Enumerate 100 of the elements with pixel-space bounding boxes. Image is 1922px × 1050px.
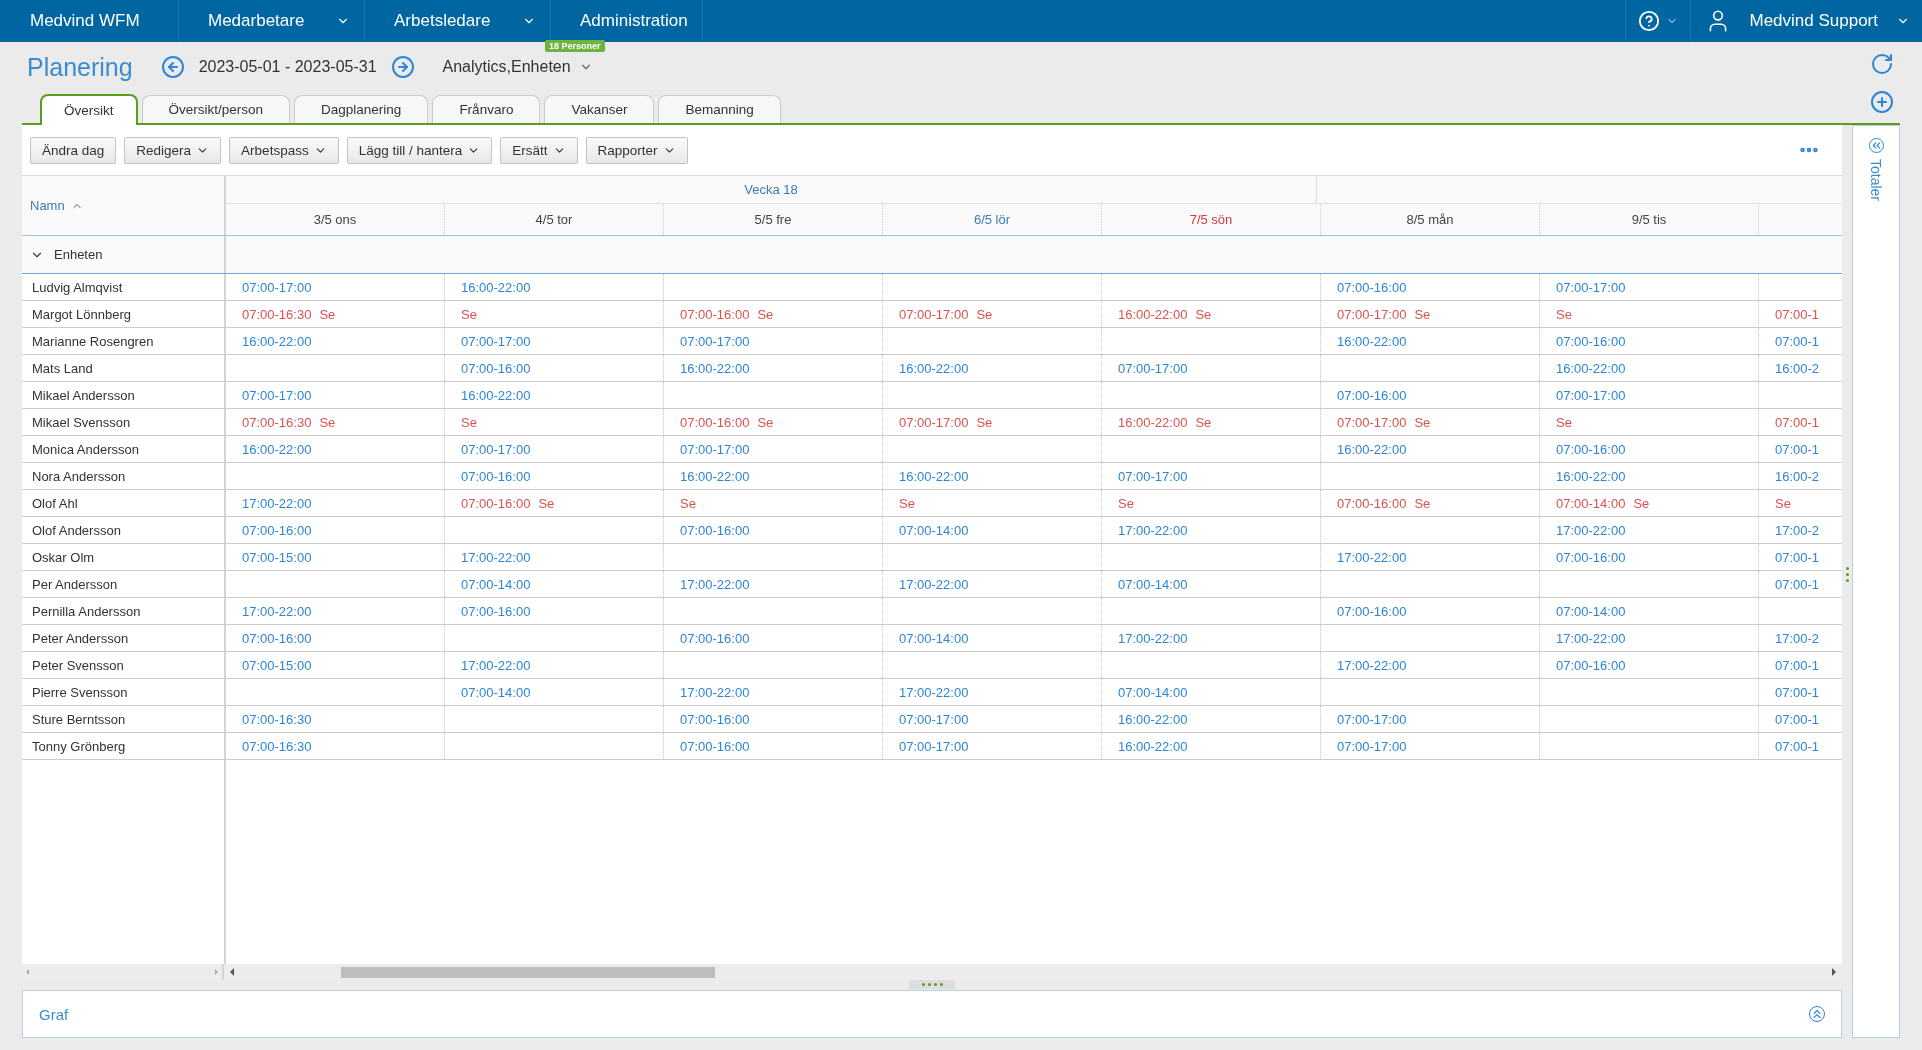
shift-cell[interactable]: 16:00-22:00 xyxy=(883,463,1102,489)
shift-cell[interactable]: 07:00-1 xyxy=(1759,679,1842,705)
shift-cell[interactable]: 17:00-22:00 xyxy=(883,571,1102,597)
shift-cell[interactable]: 16:00-22:00 Se xyxy=(1102,301,1321,327)
tab[interactable]: Översikt/person xyxy=(141,95,291,123)
app-brand[interactable]: Medvind WFM xyxy=(0,0,179,42)
shift-cell[interactable]: 07:00-1 xyxy=(1759,652,1842,678)
shift-cell[interactable]: 07:00-16:00 xyxy=(226,625,445,651)
shift-cell[interactable]: 07:00-1 xyxy=(1759,409,1842,435)
shift-cell[interactable]: 07:00-14:00 xyxy=(445,571,664,597)
shift-cell[interactable]: 07:00-15:00 xyxy=(226,544,445,570)
shift-cell[interactable]: Se xyxy=(1759,490,1842,516)
shift-cell[interactable]: 07:00-17:00 xyxy=(445,436,664,462)
shift-cell[interactable]: 16:00-22:00 xyxy=(1540,463,1759,489)
shift-cell[interactable]: 07:00-16:00 xyxy=(664,625,883,651)
shift-cell[interactable]: 17:00-22:00 xyxy=(1321,544,1540,570)
toolbar-button[interactable]: Rapporter xyxy=(585,136,688,164)
shift-cell[interactable]: 07:00-1 xyxy=(1759,571,1842,597)
shift-cell[interactable]: 07:00-17:00 Se xyxy=(883,409,1102,435)
tab[interactable]: Vakanser xyxy=(544,95,655,123)
shift-cell[interactable]: Se xyxy=(664,490,883,516)
shift-cell[interactable]: 07:00-16:00 xyxy=(1321,274,1540,300)
shift-cell[interactable]: 17:00-22:00 xyxy=(226,490,445,516)
shift-cell[interactable]: 07:00-17:00 xyxy=(226,274,445,300)
shift-cell[interactable]: 07:00-16:30 xyxy=(226,733,445,759)
shift-cell[interactable]: Se xyxy=(883,490,1102,516)
shift-cell[interactable]: 07:00-17:00 xyxy=(1102,463,1321,489)
shift-cell[interactable]: 17:00-22:00 xyxy=(664,571,883,597)
toolbar-button[interactable]: Ändra dag xyxy=(30,136,117,164)
shift-cell[interactable]: 16:00-2 xyxy=(1759,463,1842,489)
shift-cell[interactable]: 16:00-22:00 xyxy=(445,382,664,408)
tab[interactable]: Frånvaro xyxy=(432,95,541,123)
shift-cell[interactable]: 07:00-1 xyxy=(1759,301,1842,327)
shift-cell[interactable]: 07:00-16:00 xyxy=(226,517,445,543)
shift-cell[interactable]: 07:00-17:00 xyxy=(664,328,883,354)
shift-cell[interactable]: 16:00-22:00 xyxy=(1321,328,1540,354)
shift-cell[interactable]: 07:00-17:00 xyxy=(1102,355,1321,381)
shift-cell[interactable]: 07:00-16:00 xyxy=(1540,436,1759,462)
shift-cell[interactable]: 07:00-16:00 xyxy=(664,517,883,543)
shift-cell[interactable]: 07:00-16:00 xyxy=(1540,328,1759,354)
shift-cell[interactable]: 17:00-22:00 xyxy=(226,598,445,624)
toolbar-button[interactable]: Lägg till / hantera xyxy=(346,136,493,164)
shift-cell[interactable]: 07:00-16:00 xyxy=(1321,598,1540,624)
shift-cell[interactable]: 07:00-16:00 xyxy=(445,355,664,381)
shift-cell[interactable]: 07:00-17:00 xyxy=(883,733,1102,759)
toolbar-button[interactable]: Arbetspass xyxy=(229,136,339,164)
shift-cell[interactable]: 17:00-22:00 xyxy=(445,652,664,678)
refresh-button[interactable] xyxy=(1870,52,1894,76)
shift-cell[interactable]: 07:00-16:00 Se xyxy=(664,409,883,435)
shift-cell[interactable]: 16:00-22:00 xyxy=(1102,706,1321,732)
shift-cell[interactable]: 17:00-2 xyxy=(1759,517,1842,543)
previous-period-button[interactable] xyxy=(160,55,185,79)
shift-cell[interactable]: 07:00-17:00 xyxy=(1540,382,1759,408)
shift-cell[interactable]: 07:00-17:00 xyxy=(226,382,445,408)
shift-cell[interactable]: 16:00-22:00 Se xyxy=(1102,409,1321,435)
shift-cell[interactable]: 17:00-22:00 xyxy=(1321,652,1540,678)
shift-cell[interactable]: 07:00-17:00 Se xyxy=(1321,409,1540,435)
shift-cell[interactable]: 07:00-14:00 xyxy=(445,679,664,705)
shift-cell[interactable]: Se xyxy=(445,301,664,327)
tab[interactable]: Dagplanering xyxy=(294,95,429,123)
shift-cell[interactable]: 07:00-16:00 xyxy=(445,598,664,624)
nav-menu-item[interactable]: Medarbetare xyxy=(179,0,365,42)
shift-cell[interactable]: Se xyxy=(445,409,664,435)
shift-cell[interactable]: 16:00-2 xyxy=(1759,355,1842,381)
shift-cell[interactable]: 16:00-22:00 xyxy=(1540,355,1759,381)
shift-cell[interactable]: 07:00-17:00 Se xyxy=(883,301,1102,327)
resize-handle[interactable] xyxy=(909,980,955,989)
shift-cell[interactable]: 17:00-22:00 xyxy=(445,544,664,570)
shift-cell[interactable]: 07:00-17:00 xyxy=(1321,706,1540,732)
shift-cell[interactable]: 07:00-17:00 xyxy=(1540,274,1759,300)
shift-cell[interactable]: 07:00-16:00 xyxy=(445,463,664,489)
shift-cell[interactable]: 07:00-14:00 xyxy=(1540,598,1759,624)
shift-cell[interactable]: 16:00-22:00 xyxy=(226,328,445,354)
shift-cell[interactable]: 17:00-22:00 xyxy=(664,679,883,705)
shift-cell[interactable]: 07:00-16:00 xyxy=(1321,382,1540,408)
tab[interactable]: Översikt xyxy=(40,94,138,125)
shift-cell[interactable]: 07:00-1 xyxy=(1759,544,1842,570)
shift-cell[interactable]: 17:00-2 xyxy=(1759,625,1842,651)
shift-cell[interactable]: 07:00-17:00 xyxy=(1321,733,1540,759)
toolbar-button[interactable]: Redigera xyxy=(124,136,222,164)
shift-cell[interactable]: 16:00-22:00 xyxy=(445,274,664,300)
shift-cell[interactable]: 07:00-1 xyxy=(1759,706,1842,732)
shift-cell[interactable]: Se xyxy=(1540,409,1759,435)
totals-panel-title[interactable]: Totaler xyxy=(1868,159,1884,202)
user-menu-button[interactable]: Medvind Support xyxy=(1690,0,1922,42)
shift-cell[interactable]: Se xyxy=(1102,490,1321,516)
shift-cell[interactable]: 07:00-16:00 xyxy=(1540,544,1759,570)
shift-cell[interactable]: 16:00-22:00 xyxy=(226,436,445,462)
group-toggle[interactable]: Enheten xyxy=(22,247,103,262)
shift-cell[interactable]: 16:00-22:00 xyxy=(664,355,883,381)
shift-cell[interactable]: 07:00-14:00 Se xyxy=(1540,490,1759,516)
shift-cell[interactable]: 07:00-17:00 xyxy=(883,706,1102,732)
shift-cell[interactable]: 07:00-14:00 xyxy=(883,517,1102,543)
shift-cell[interactable]: 07:00-15:00 xyxy=(226,652,445,678)
shift-cell[interactable]: 07:00-17:00 Se xyxy=(1321,301,1540,327)
shift-cell[interactable]: 17:00-22:00 xyxy=(1540,517,1759,543)
shift-cell[interactable]: 16:00-22:00 xyxy=(1102,733,1321,759)
shift-cell[interactable]: 07:00-1 xyxy=(1759,328,1842,354)
shift-cell[interactable]: 07:00-14:00 xyxy=(1102,679,1321,705)
shift-cell[interactable]: 07:00-16:00 Se xyxy=(1321,490,1540,516)
